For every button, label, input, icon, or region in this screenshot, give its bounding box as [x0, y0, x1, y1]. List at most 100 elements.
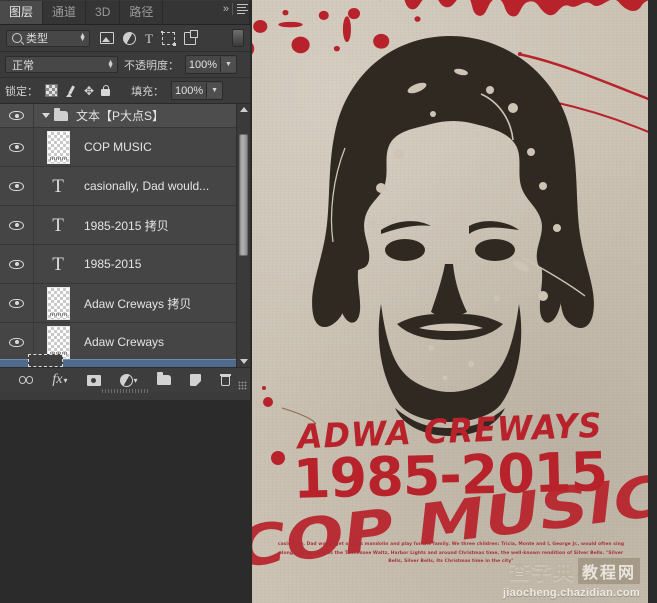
panel-header-controls: » — [223, 3, 248, 15]
pixel-layer-filter-icon[interactable] — [100, 32, 114, 44]
lock-all-icon[interactable] — [101, 89, 110, 96]
marquee-thumbnail — [28, 354, 63, 367]
poster-title-block: ADWA CREWAYS 1985-2015 COP MUSIC — [252, 415, 648, 551]
table-row[interactable]: T casionally, Dad would... — [0, 167, 250, 206]
layer-visibility-toggle[interactable] — [0, 245, 34, 283]
panel-drag-handle[interactable] — [102, 389, 148, 393]
canvas-right-margin — [648, 0, 657, 603]
lock-row: 锁定： ✥ 填充： 100% ▼ — [0, 78, 250, 104]
chevron-updown-icon: ▲▼ — [107, 61, 114, 69]
tab-channels[interactable]: 通道 — [43, 1, 86, 24]
watermark-url: jiaocheng.chazidian.com — [503, 587, 640, 599]
layer-thumbnail[interactable]: T — [34, 255, 82, 274]
group-header: 文本【P大点S】 — [34, 107, 164, 124]
document-canvas[interactable]: ADWA CREWAYS 1985-2015 COP MUSIC casiona… — [250, 0, 657, 603]
scrollbar-thumb[interactable] — [239, 134, 248, 256]
table-row[interactable]: COP MUSIC — [0, 128, 250, 167]
shape-layer-filter-icon[interactable] — [162, 32, 175, 45]
search-icon — [12, 33, 22, 43]
add-layer-style-icon[interactable]: fx▾ — [52, 372, 67, 388]
layers-list[interactable]: 文本【P大点S】 COP MUSIC T casionally, Dad wou… — [0, 104, 250, 367]
layer-name: 1985-2015 拷贝 — [82, 217, 169, 234]
eye-icon — [9, 221, 24, 230]
scroll-down-arrow-icon[interactable] — [237, 356, 250, 367]
layer-thumbnail[interactable] — [34, 131, 82, 164]
eye-icon — [9, 338, 24, 347]
layer-name: COP MUSIC — [82, 140, 152, 154]
filter-kind-label: 类型 — [26, 30, 79, 46]
chevron-down-icon[interactable]: ▼ — [206, 83, 222, 98]
collapse-panel-icon[interactable]: » — [223, 3, 228, 15]
tab-layers[interactable]: 图层 — [0, 1, 43, 24]
layer-thumbnail[interactable]: T — [34, 177, 82, 196]
lock-transparent-pixels-icon[interactable] — [45, 84, 58, 97]
table-row[interactable]: T 1985-2015 拷贝 — [0, 206, 250, 245]
watermark-brand-a: 查字典 — [509, 556, 575, 586]
lock-position-icon[interactable]: ✥ — [84, 85, 94, 97]
panel-tab-strip: 图层 通道 3D 路径 » — [0, 0, 250, 25]
fill-value: 100% — [172, 85, 206, 97]
eye-icon — [9, 299, 24, 308]
link-layers-icon[interactable] — [19, 372, 33, 388]
opacity-label: 不透明度： — [124, 57, 179, 73]
type-layer-icon: T — [52, 177, 64, 196]
blend-mode-value: 正常 — [12, 57, 107, 73]
add-layer-mask-icon[interactable] — [87, 372, 101, 388]
watermark-brand-b: 教程网 — [578, 558, 640, 584]
divider — [232, 3, 233, 15]
lock-label: 锁定： — [5, 83, 38, 99]
lock-image-pixels-icon[interactable] — [65, 85, 77, 97]
fill-label: 填充： — [131, 83, 164, 99]
opacity-value: 100% — [186, 59, 220, 71]
type-layer-icon: T — [52, 255, 64, 274]
delete-layer-icon[interactable] — [220, 372, 231, 388]
adjustment-layer-filter-icon[interactable] — [123, 32, 136, 45]
new-adjustment-layer-icon[interactable]: ▾ — [120, 372, 138, 388]
layer-name: 文本【P大点S】 — [74, 107, 164, 124]
eye-icon — [9, 111, 24, 120]
layer-thumbnail[interactable]: T — [34, 216, 82, 235]
smart-object-filter-icon[interactable] — [184, 32, 196, 45]
layers-scrollbar[interactable] — [236, 104, 250, 367]
panel-resize-grip[interactable] — [238, 381, 247, 390]
tab-3d[interactable]: 3D — [86, 1, 120, 24]
table-row[interactable]: T 1985-2015 — [0, 245, 250, 284]
opacity-field[interactable]: 100% ▼ — [185, 55, 237, 74]
layers-bottom-toolbar: fx▾ ▾ — [0, 367, 250, 392]
fill-field[interactable]: 100% ▼ — [171, 81, 223, 100]
layer-visibility-toggle[interactable] — [0, 206, 34, 244]
photoshop-window: 图层 通道 3D 路径 » 类型 ▲▼ T — [0, 0, 657, 603]
chevron-updown-icon: ▲▼ — [79, 34, 86, 42]
watermark: 查字典 教程网 jiaocheng.chazidian.com — [503, 556, 640, 599]
layer-visibility-toggle[interactable] — [0, 167, 34, 205]
layers-panel: 图层 通道 3D 路径 » 类型 ▲▼ T — [0, 0, 251, 400]
eye-icon — [9, 182, 24, 191]
chevron-down-icon[interactable] — [42, 113, 50, 118]
layer-visibility-toggle[interactable] — [0, 284, 34, 322]
filter-toggle-switch[interactable] — [232, 29, 244, 47]
poster-artwork[interactable]: ADWA CREWAYS 1985-2015 COP MUSIC casiona… — [252, 0, 648, 603]
filter-kind-select[interactable]: 类型 ▲▼ — [6, 30, 90, 47]
type-layer-icon: T — [52, 216, 64, 235]
table-row[interactable]: Adaw Creways 拷贝 — [0, 284, 250, 323]
panel-menu-icon[interactable] — [237, 4, 248, 14]
layer-name: 1985-2015 — [82, 257, 141, 271]
layer-name: casionally, Dad would... — [82, 179, 209, 193]
scroll-up-arrow-icon[interactable] — [237, 104, 250, 115]
layer-name: Adaw Creways 拷贝 — [82, 295, 191, 312]
new-group-icon[interactable] — [157, 372, 171, 388]
blend-mode-row: 正常 ▲▼ 不透明度： 100% ▼ — [0, 52, 250, 78]
new-layer-icon[interactable] — [190, 372, 201, 388]
eye-icon — [9, 143, 24, 152]
selected-layer-indicator[interactable] — [0, 359, 250, 367]
portrait-illustration — [285, 28, 615, 438]
eye-icon — [9, 260, 24, 269]
type-layer-filter-icon[interactable]: T — [145, 32, 153, 45]
chevron-down-icon[interactable]: ▼ — [220, 57, 236, 72]
layer-group-row[interactable]: 文本【P大点S】 — [0, 104, 250, 128]
blend-mode-select[interactable]: 正常 ▲▼ — [5, 56, 118, 73]
layer-visibility-toggle[interactable] — [0, 128, 34, 166]
tab-paths[interactable]: 路径 — [120, 1, 163, 24]
layer-thumbnail[interactable] — [34, 287, 82, 320]
layer-visibility-toggle[interactable] — [0, 104, 34, 127]
